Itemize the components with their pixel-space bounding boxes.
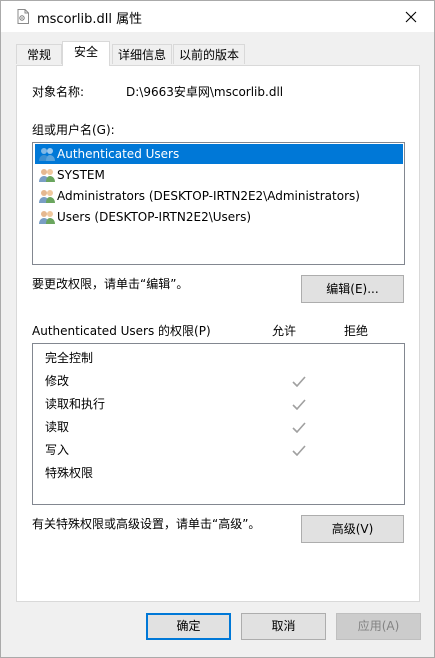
user-item-administrators[interactable]: Administrators (DESKTOP-IRTN2E2\Administ… [35, 186, 403, 206]
advanced-button[interactable]: 高级(V) [301, 515, 404, 543]
deny-header: 拒绝 [344, 324, 369, 338]
permission-row: 读取和执行 [45, 394, 395, 414]
user-group-icon [39, 169, 55, 182]
permission-row: 修改 [45, 371, 395, 391]
permission-row: 特殊权限 [45, 463, 395, 483]
dll-file-icon [17, 9, 29, 24]
properties-dialog: mscorlib.dll 属性 常规 安全 详细信息 以前的版本 对象名称: D… [0, 0, 435, 658]
allow-check-icon [292, 399, 306, 410]
object-name-value: D:\9663安卓网\mscorlib.dll [126, 85, 284, 99]
tab-security[interactable]: 安全 [62, 41, 110, 66]
window-title: mscorlib.dll 属性 [37, 12, 143, 27]
list-item-label: Authenticated Users [57, 147, 180, 161]
allow-check-icon [292, 376, 306, 387]
list-item-label: Users (DESKTOP-IRTN2E2\Users) [57, 210, 252, 224]
list-item-label: SYSTEM [57, 168, 105, 182]
user-group-icon [39, 211, 55, 224]
permission-row: 读取 [45, 417, 395, 437]
groups-label: 组或用户名(G): [32, 123, 115, 137]
cancel-button[interactable]: 取消 [241, 613, 326, 640]
ok-button[interactable]: 确定 [146, 613, 231, 640]
tab-details[interactable]: 详细信息 [112, 44, 172, 64]
user-item-authenticated-users[interactable]: Authenticated Users [35, 144, 403, 164]
apply-button[interactable]: 应用(A) [336, 613, 421, 640]
object-name-label: 对象名称: [32, 85, 85, 99]
close-button[interactable] [388, 1, 434, 32]
user-item-users[interactable]: Users (DESKTOP-IRTN2E2\Users) [35, 207, 403, 227]
permission-name: 特殊权限 [45, 466, 94, 480]
edit-button[interactable]: 编辑(E)... [301, 275, 404, 303]
permissions-label: Authenticated Users 的权限(P) [32, 324, 211, 338]
allow-check-icon [292, 422, 306, 433]
close-icon [405, 11, 417, 22]
edit-hint: 要更改权限，请单击“编辑”。 [32, 277, 189, 291]
tab-previous-versions[interactable]: 以前的版本 [173, 44, 245, 64]
tab-general[interactable]: 常规 [16, 44, 62, 64]
permission-name: 写入 [45, 443, 70, 457]
advanced-hint: 有关特殊权限或高级设置，请单击“高级”。 [32, 517, 261, 531]
user-group-icon [39, 190, 55, 203]
permission-row: 写入 [45, 440, 395, 460]
permission-name: 完全控制 [45, 351, 94, 365]
permission-name: 修改 [45, 374, 70, 388]
allow-header: 允许 [272, 324, 297, 338]
permission-row: 完全控制 [45, 348, 395, 368]
user-group-icon [39, 148, 55, 161]
permission-name: 读取和执行 [45, 397, 106, 411]
users-listbox[interactable]: Authenticated Users SYSTEM Administrator… [32, 142, 405, 265]
allow-check-icon [292, 445, 306, 456]
title-bar: mscorlib.dll 属性 [1, 1, 434, 32]
permissions-list: 完全控制 修改 读取和执行 读取 写入 特殊权限 [32, 343, 405, 505]
permission-name: 读取 [45, 420, 70, 434]
user-item-system[interactable]: SYSTEM [35, 165, 403, 185]
list-item-label: Administrators (DESKTOP-IRTN2E2\Administ… [57, 189, 360, 203]
